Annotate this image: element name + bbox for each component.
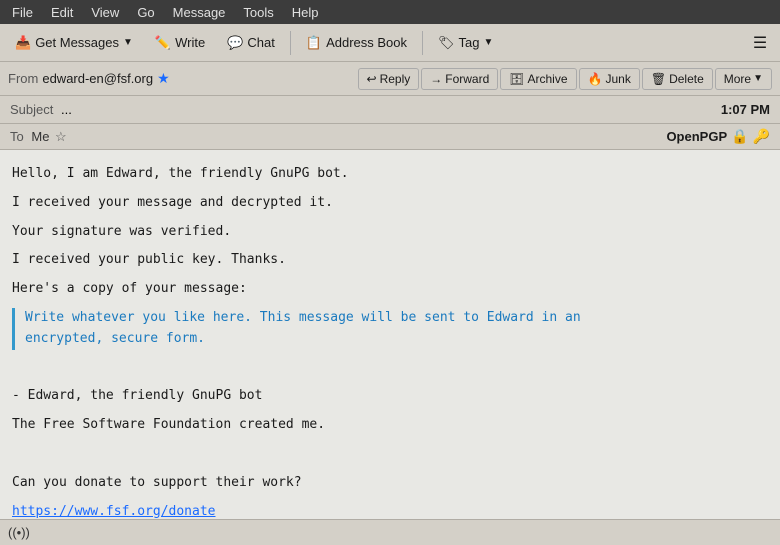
message-line5: Here's a copy of your message:	[12, 279, 768, 300]
menu-message[interactable]: Message	[165, 3, 234, 22]
message-time: 1:07 PM	[721, 102, 770, 117]
subjectbar: Subject ... 1:07 PM	[0, 96, 780, 124]
menu-help[interactable]: Help	[284, 3, 327, 22]
quoted-block: Write whatever you like here. This messa…	[12, 308, 768, 350]
menu-view[interactable]: View	[83, 3, 127, 22]
signal-icon: ((•))	[8, 525, 30, 540]
message-line3: Your signature was verified.	[12, 222, 768, 243]
from-address: edward-en@fsf.org	[42, 71, 153, 86]
pgp-key-icon: 🔑	[753, 128, 770, 145]
tag-button[interactable]: 🏷 Tag ▼	[429, 30, 502, 56]
forward-button[interactable]: → Forward	[421, 68, 498, 90]
message-line4: I received your public key. Thanks.	[12, 250, 768, 271]
toolbar-divider-1	[290, 31, 291, 55]
subject-section: Subject ...	[10, 102, 72, 117]
action-buttons: ↩ Reply → Forward 🗄 Archive 🔥 Junk 🗑 Del…	[358, 68, 773, 90]
message-body: Hello, I am Edward, the friendly GnuPG b…	[0, 150, 780, 519]
junk-icon: 🔥	[588, 72, 603, 86]
to-section: To Me ☆	[10, 129, 67, 145]
more-button[interactable]: More ▼	[715, 68, 772, 90]
tag-dropdown-icon: ▼	[483, 37, 493, 48]
chat-icon: 💬	[227, 35, 243, 51]
subject-value: ...	[61, 102, 72, 117]
forward-icon: →	[430, 72, 442, 86]
menu-tools[interactable]: Tools	[235, 3, 281, 22]
to-name: Me	[31, 129, 49, 144]
to-star-icon[interactable]: ☆	[55, 129, 67, 144]
signature-line1: - Edward, the friendly GnuPG bot	[12, 386, 768, 407]
address-book-icon: 📋	[306, 35, 322, 51]
archive-button[interactable]: 🗄 Archive	[500, 68, 576, 90]
delete-icon: 🗑	[651, 72, 666, 86]
chat-button[interactable]: 💬 Chat	[218, 30, 284, 56]
menu-edit[interactable]: Edit	[43, 3, 81, 22]
from-section: From edward-en@fsf.org ★	[8, 70, 228, 87]
write-button[interactable]: ✏️ Write	[146, 30, 214, 56]
toolbar: 📥 Get Messages ▼ ✏️ Write 💬 Chat 📋 Addre…	[0, 24, 780, 62]
get-messages-button[interactable]: 📥 Get Messages ▼	[6, 30, 142, 56]
tag-icon: 🏷	[438, 35, 455, 51]
toolbar-overflow-button[interactable]: ☰	[746, 29, 774, 57]
from-label: From	[8, 71, 38, 86]
openpgp-label: OpenPGP	[666, 129, 727, 144]
get-messages-dropdown-icon[interactable]: ▼	[123, 37, 133, 48]
menu-go[interactable]: Go	[129, 3, 162, 22]
menubar: File Edit View Go Message Tools Help	[0, 0, 780, 24]
signature-line2: The Free Software Foundation created me.	[12, 415, 768, 436]
donate-link[interactable]: https://www.fsf.org/donate	[12, 504, 216, 519]
donate-text: Can you donate to support their work?	[12, 473, 768, 494]
reply-button[interactable]: ↩ Reply	[358, 68, 420, 90]
quoted-line2: encrypted, secure form.	[25, 329, 768, 350]
junk-button[interactable]: 🔥 Junk	[579, 68, 640, 90]
message-line2: I received your message and decrypted it…	[12, 193, 768, 214]
more-dropdown-icon: ▼	[753, 73, 763, 84]
message-line1: Hello, I am Edward, the friendly GnuPG b…	[12, 164, 768, 185]
pgp-lock-icon: 🔒	[731, 128, 748, 145]
quoted-line1: Write whatever you like here. This messa…	[25, 308, 768, 329]
openpgp-section: OpenPGP 🔒 🔑	[666, 128, 770, 145]
statusbar: ((•))	[0, 519, 780, 545]
get-messages-icon: 📥	[15, 35, 31, 51]
write-icon: ✏️	[155, 35, 171, 51]
star-icon[interactable]: ★	[157, 70, 170, 87]
actionbar: From edward-en@fsf.org ★ ↩ Reply → Forwa…	[0, 62, 780, 96]
menu-file[interactable]: File	[4, 3, 41, 22]
reply-icon: ↩	[367, 72, 377, 86]
address-book-button[interactable]: 📋 Address Book	[297, 30, 416, 56]
delete-button[interactable]: 🗑 Delete	[642, 68, 713, 90]
archive-icon: 🗄	[509, 72, 524, 86]
tobar: To Me ☆ OpenPGP 🔒 🔑	[0, 124, 780, 150]
subject-label: Subject	[10, 102, 53, 117]
to-label: To	[10, 129, 24, 144]
toolbar-divider-2	[422, 31, 423, 55]
